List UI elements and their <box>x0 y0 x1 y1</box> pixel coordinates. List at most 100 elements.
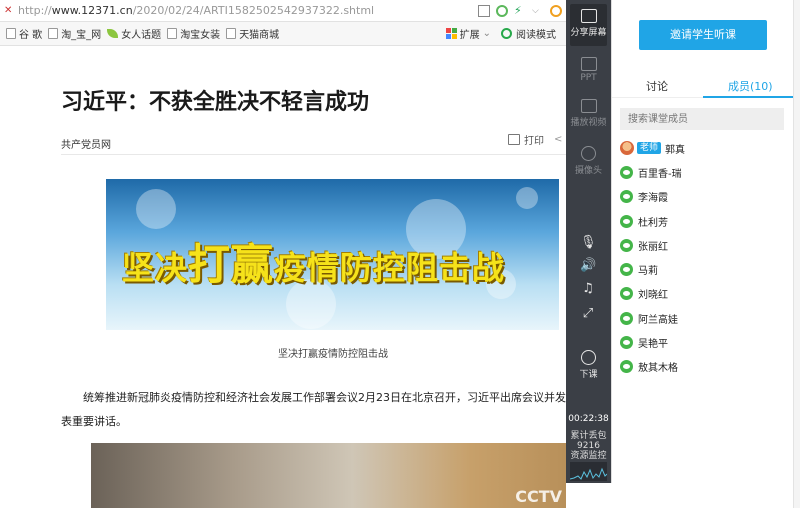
member-search-input[interactable] <box>620 108 784 130</box>
wechat-icon <box>620 263 633 277</box>
scrollbar[interactable] <box>793 0 800 508</box>
play-video-label: 播放视频 <box>570 118 607 128</box>
bookmark-label: 淘_宝_网 <box>61 30 102 41</box>
member-name: 杜利芳 <box>638 217 668 229</box>
member-name: 敖其木格 <box>638 363 678 375</box>
member-name: 刘晓红 <box>638 290 668 302</box>
print-button[interactable]: 打印 < <box>508 132 562 147</box>
member-list: 老师 郭真 百里香-瑞 李海霞 杜利芳 张丽红 马莉 刘晓红 阿兰高娃 吴艳平 … <box>620 136 790 379</box>
bookmark-women-topic[interactable]: 女人话题 <box>107 26 161 41</box>
panel-tabs: 讨论 成员(10) <box>612 72 794 98</box>
camera-button[interactable]: 摄像头 <box>566 146 611 176</box>
tab-members[interactable]: 成员(10) <box>728 78 773 94</box>
member-item[interactable]: 敖其木格 <box>620 355 790 379</box>
tab-discussion[interactable]: 讨论 <box>646 78 668 94</box>
end-class-button[interactable]: 下课 <box>566 350 611 380</box>
bookmark-label: 谷 歌 <box>19 30 43 41</box>
reading-mode-icon <box>501 28 512 39</box>
member-item[interactable]: 杜利芳 <box>620 209 790 233</box>
ppt-button[interactable]: PPT <box>566 57 611 83</box>
extensions-menu[interactable]: 扩展 ⌄ <box>445 26 491 41</box>
extension-icon[interactable] <box>550 4 562 17</box>
resource-monitor-label[interactable]: 资源监控 <box>566 451 611 461</box>
share-icon[interactable]: < <box>554 134 562 145</box>
ppt-label: PPT <box>580 73 597 83</box>
image-caption: 坚决打赢疫情防控阻击战 <box>278 349 388 360</box>
classroom-panel: 邀请学生听课 讨论 成员(10) 老师 郭真 百里香-瑞 李海霞 杜利芳 张丽红… <box>611 0 794 483</box>
resource-monitor-chart <box>570 462 607 481</box>
play-video-button[interactable]: 播放视频 <box>566 99 611 128</box>
avatar <box>620 141 634 156</box>
wechat-icon <box>620 214 633 228</box>
member-name: 吴艳平 <box>638 339 668 351</box>
bookmark-taobao[interactable]: 淘_宝_网 <box>48 26 101 41</box>
speaker-icon[interactable]: 🔊 <box>580 258 596 274</box>
class-timer: 00:22:38 <box>568 414 609 424</box>
address-bar[interactable]: ✕ http://www.12371.cn/2020/02/24/ARTI158… <box>0 0 566 22</box>
wechat-icon <box>620 360 633 374</box>
refresh-icon[interactable] <box>496 4 508 17</box>
divider <box>61 154 566 155</box>
member-name: 郭真 <box>665 144 686 156</box>
article-paragraph: 统筹推进新冠肺炎疫情防控和经济社会发展工作部署会议2月23日在北京召开，习近平出… <box>61 391 566 428</box>
end-class-label: 下课 <box>579 370 598 380</box>
reading-mode[interactable]: 阅读模式 <box>501 26 556 41</box>
leaf-icon <box>107 29 119 38</box>
extensions-label: 扩展 <box>459 30 480 41</box>
member-item[interactable]: 刘晓红 <box>620 282 790 306</box>
member-name: 张丽红 <box>638 241 668 253</box>
packet-loss-label: 累计丢包 <box>570 431 607 441</box>
cctv-logo: CCTV <box>515 487 562 506</box>
chevron-down-icon: ⌄ <box>482 28 491 39</box>
page-icon <box>6 28 16 39</box>
active-tab-indicator <box>703 96 794 98</box>
packet-loss-value: 9216 <box>577 441 600 451</box>
reader-icon[interactable] <box>478 4 490 17</box>
bookmark-tmall[interactable]: 天猫商城 <box>226 26 279 41</box>
article-title: 习近平：不获全胜决不轻言成功 <box>61 90 370 115</box>
bookmark-label: 女人话题 <box>121 30 162 41</box>
member-name: 阿兰高娃 <box>638 314 678 326</box>
wechat-icon <box>620 238 633 252</box>
member-item[interactable]: 张丽红 <box>620 233 790 257</box>
power-icon <box>581 350 596 365</box>
insecure-icon: ✕ <box>4 5 13 16</box>
wechat-icon <box>620 336 633 350</box>
member-item[interactable]: 马莉 <box>620 257 790 281</box>
apps-grid-icon <box>445 28 457 39</box>
chevron-down-icon[interactable]: ⌵ <box>532 5 544 17</box>
teacher-badge: 老师 <box>637 142 662 155</box>
camera-label: 摄像头 <box>574 166 602 176</box>
bookmark-google[interactable]: 谷 歌 <box>6 26 42 41</box>
page-icon <box>226 28 237 39</box>
expand-icon[interactable]: ⤢ <box>580 306 596 322</box>
article-source[interactable]: 共产党员网 <box>61 136 111 151</box>
lightning-icon[interactable]: ⚡ <box>514 4 526 17</box>
share-screen-label-group[interactable]: 分享屏幕 <box>566 9 611 38</box>
banner-slogan: 坚决打赢疫情防控阻击战 <box>122 240 506 289</box>
article-banner-image: 坚决打赢疫情防控阻击战 <box>106 179 559 330</box>
bookmark-label: 淘宝女装 <box>180 30 221 41</box>
member-name: 李海霞 <box>638 193 668 205</box>
article-video-frame[interactable]: CCTV <box>91 443 566 508</box>
member-item[interactable]: 阿兰高娃 <box>620 306 790 330</box>
url-text[interactable]: http://www.12371.cn/2020/02/24/ARTI15825… <box>18 4 478 17</box>
bookmark-taobao-women[interactable]: 淘宝女装 <box>167 26 220 41</box>
play-video-icon <box>580 99 597 113</box>
wechat-icon <box>620 165 633 179</box>
invite-students-button[interactable]: 邀请学生听课 <box>639 20 767 50</box>
member-name: 百里香-瑞 <box>638 168 682 180</box>
member-item[interactable]: 李海霞 <box>620 185 790 209</box>
member-item[interactable]: 老师 郭真 <box>620 136 790 160</box>
reading-mode-label: 阅读模式 <box>516 30 556 41</box>
article: 习近平：不获全胜决不轻言成功 共产党员网 打印 < 坚决打赢疫情防控阻击战 坚决… <box>0 46 566 508</box>
printer-icon <box>508 134 520 145</box>
page-icon <box>48 28 59 39</box>
member-item[interactable]: 百里香-瑞 <box>620 160 790 184</box>
music-icon[interactable]: ♫ <box>580 281 596 297</box>
microphone-icon[interactable]: 🎙 <box>580 235 597 251</box>
network-stats: 累计丢包 9216 资源监控 <box>566 431 611 461</box>
wechat-icon <box>620 287 633 301</box>
member-item[interactable]: 吴艳平 <box>620 330 790 354</box>
classroom-toolbar: 分享屏幕 PPT 播放视频 摄像头 🎙 🔊 ♫ ⤢ 下课 00:22:38 累计… <box>566 0 611 483</box>
